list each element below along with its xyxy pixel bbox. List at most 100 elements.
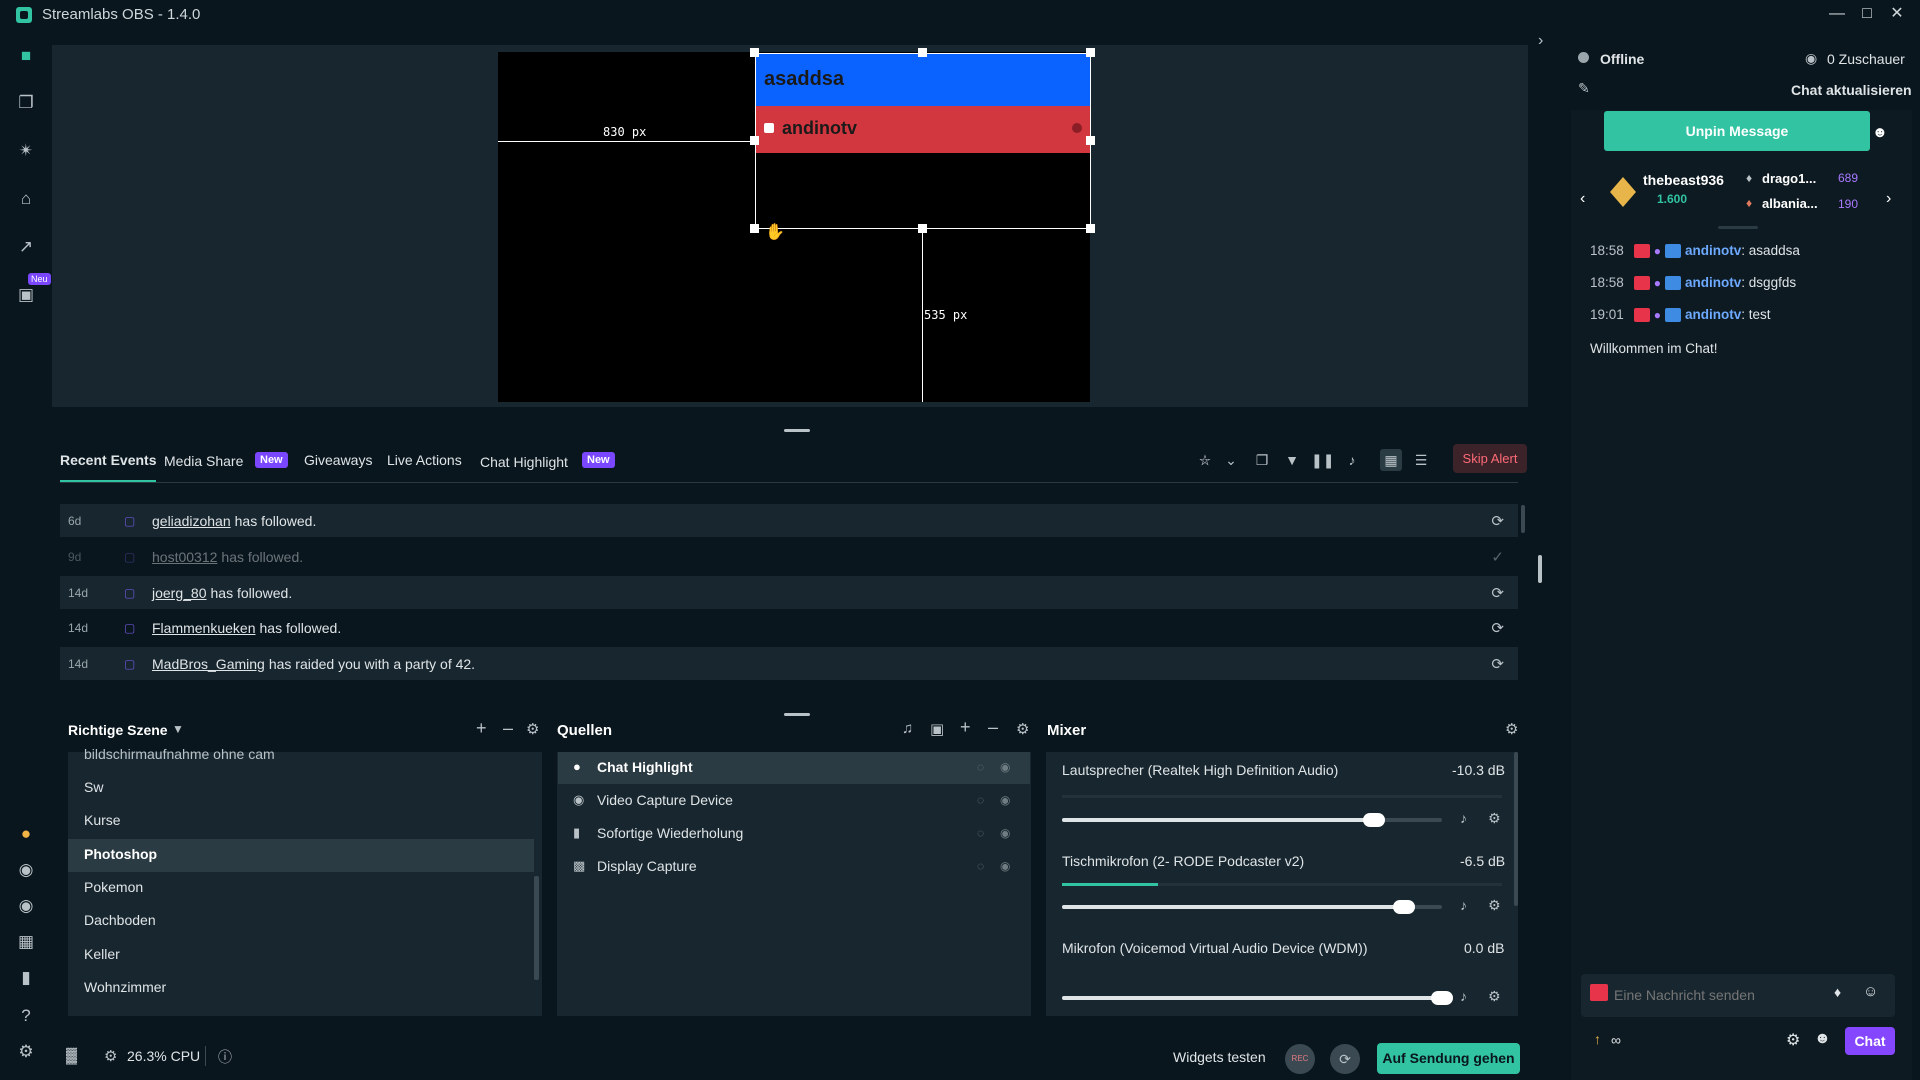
resize-handle[interactable]: [750, 48, 759, 57]
dashboard-chart-icon[interactable]: ↗: [14, 235, 38, 259]
source-item[interactable]: Video Capture Device: [597, 792, 733, 808]
close-icon[interactable]: ✕: [1880, 2, 1914, 26]
lock-icon[interactable]: ◌: [977, 859, 984, 873]
refresh-chat-button[interactable]: Chat aktualisieren: [1791, 82, 1912, 98]
settings-gear-icon[interactable]: ⚙: [14, 1040, 38, 1064]
replay-icon[interactable]: ⟳: [1491, 619, 1504, 637]
user-list-icon[interactable]: ☻: [1872, 124, 1888, 141]
mixer-settings-gear-icon[interactable]: ⚙: [1505, 720, 1518, 738]
event-row[interactable]: 14d ▢ MadBros_Gaming has raided you with…: [60, 647, 1518, 680]
visibility-off-icon[interactable]: ◉: [1000, 793, 1010, 807]
tab-giveaways[interactable]: Giveaways: [304, 452, 372, 468]
go-live-button[interactable]: Auf Sendung gehen: [1377, 1043, 1520, 1074]
chat-username[interactable]: andinotv: [1685, 275, 1741, 290]
channel-gear-icon[interactable]: ⚙: [1488, 810, 1501, 827]
chevron-left-icon[interactable]: ‹: [1580, 190, 1585, 208]
info-icon[interactable]: ⓘ: [218, 1047, 232, 1067]
scene-item[interactable]: Keller: [84, 946, 120, 962]
lock-icon[interactable]: ◌: [977, 760, 984, 774]
volume-knob[interactable]: [1362, 813, 1385, 827]
scene-item[interactable]: Kurse: [84, 812, 121, 828]
visibility-icon[interactable]: ◉: [1000, 760, 1010, 774]
chat-send-button[interactable]: Chat: [1845, 1027, 1895, 1055]
layout-icon[interactable]: ▦: [14, 930, 38, 954]
studio-mode-icon[interactable]: ▮: [14, 966, 38, 990]
chevron-right-icon[interactable]: ›: [1538, 32, 1543, 50]
scenes-scrollbar[interactable]: [534, 876, 539, 980]
app-store-icon[interactable]: ✴: [14, 139, 38, 163]
gem-icon[interactable]: ♦: [1834, 984, 1841, 1000]
channel-gear-icon[interactable]: ⚙: [1488, 988, 1501, 1005]
maximize-icon[interactable]: □: [1850, 2, 1884, 26]
chat-bubble-icon[interactable]: ◉: [14, 894, 38, 918]
audio-wave-icon[interactable]: ♫: [902, 720, 913, 737]
scene-item-selected[interactable]: Photoshop: [84, 846, 157, 862]
chevron-down-icon[interactable]: ▼: [172, 722, 184, 736]
visibility-off-icon[interactable]: ◉: [1000, 859, 1010, 873]
scene-collection-title[interactable]: Richtige Szene: [68, 722, 168, 738]
volume-knob[interactable]: [1431, 991, 1453, 1005]
cloudbot-icon[interactable]: ◉: [14, 858, 38, 882]
event-user-link[interactable]: geliadizohan: [152, 513, 231, 529]
volume-icon[interactable]: ♪: [1341, 449, 1363, 471]
drag-handle[interactable]: [784, 429, 810, 432]
popout-icon[interactable]: ❐: [1251, 449, 1273, 471]
minimize-icon[interactable]: —: [1820, 2, 1854, 26]
volume-slider[interactable]: [1062, 996, 1442, 1000]
source-settings-gear-icon[interactable]: ⚙: [1016, 720, 1029, 738]
store-icon[interactable]: ⌂: [14, 187, 38, 211]
chevron-right-icon[interactable]: ›: [1886, 190, 1891, 208]
shield-icon[interactable]: ⛦: [1194, 449, 1216, 471]
add-source-icon[interactable]: +: [960, 717, 971, 738]
highlighter-icon[interactable]: ▣: [14, 283, 38, 307]
event-row[interactable]: 9d ▢ host00312 has followed. ✓: [60, 540, 1518, 573]
remove-source-icon[interactable]: –: [988, 717, 998, 738]
chat-username[interactable]: andinotv: [1685, 243, 1741, 258]
chat-settings-gear-icon[interactable]: ⚙: [1786, 1030, 1800, 1050]
stats-chart-icon[interactable]: ▓: [66, 1047, 77, 1064]
scene-item[interactable]: Pokemon: [84, 879, 143, 895]
tab-live-actions[interactable]: Live Actions: [387, 452, 462, 468]
widgets-test-button[interactable]: Widgets testen: [1173, 1049, 1266, 1065]
panel-resize-handle[interactable]: [1538, 555, 1542, 583]
record-button[interactable]: REC: [1285, 1044, 1315, 1074]
skip-alert-button[interactable]: Skip Alert: [1453, 444, 1527, 473]
scene-settings-gear-icon[interactable]: ⚙: [526, 720, 539, 738]
scene-item[interactable]: Wohnzimmer: [84, 979, 166, 995]
lock-icon[interactable]: ◌: [977, 826, 984, 840]
volume-slider[interactable]: [1062, 818, 1442, 822]
editor-camera-icon[interactable]: ■: [14, 44, 38, 68]
source-item[interactable]: Sofortige Wiederholung: [597, 825, 743, 841]
replay-icon[interactable]: ⟳: [1491, 512, 1504, 530]
grid-view-icon[interactable]: ▦: [1380, 449, 1402, 471]
resize-handle[interactable]: [1086, 136, 1095, 145]
replay-icon[interactable]: ⟳: [1491, 584, 1504, 602]
chat-emote-icon[interactable]: ☻: [1814, 1030, 1831, 1048]
chat-username[interactable]: andinotv: [1685, 307, 1741, 322]
replay-icon[interactable]: ⟳: [1491, 655, 1504, 673]
drag-handle[interactable]: [784, 713, 810, 716]
scene-item[interactable]: Dachboden: [84, 912, 156, 928]
channel-gear-icon[interactable]: ⚙: [1488, 897, 1501, 914]
resize-handle[interactable]: [750, 224, 759, 233]
help-icon[interactable]: ?: [14, 1004, 38, 1028]
list-view-icon[interactable]: ☰: [1410, 449, 1432, 471]
themes-icon[interactable]: ❐: [14, 91, 38, 115]
replay-buffer-icon[interactable]: ⟳: [1330, 1044, 1360, 1074]
events-scrollbar[interactable]: [1521, 505, 1525, 533]
speaker-icon[interactable]: ♪: [1460, 810, 1467, 826]
resize-handle[interactable]: [1086, 48, 1095, 57]
mixer-scrollbar[interactable]: [1514, 752, 1518, 906]
filter-icon[interactable]: ▼: [1281, 449, 1303, 471]
scene-item[interactable]: bildschirmaufnahme ohne cam: [84, 746, 275, 762]
event-user-link[interactable]: MadBros_Gaming: [152, 656, 265, 672]
event-user-link[interactable]: Flammenkueken: [152, 620, 256, 636]
add-scene-icon[interactable]: +: [476, 718, 487, 739]
event-row[interactable]: 14d ▢ joerg_80 has followed. ⟳: [60, 576, 1518, 609]
chevron-down-icon[interactable]: ⌄: [1220, 449, 1242, 471]
remove-scene-icon[interactable]: –: [503, 718, 513, 739]
tab-media-share[interactable]: Media Share: [164, 453, 243, 469]
channel-points-icon[interactable]: ↑: [1594, 1031, 1601, 1047]
visibility-icon[interactable]: ◉: [1000, 826, 1010, 840]
resize-handle[interactable]: [918, 48, 927, 57]
